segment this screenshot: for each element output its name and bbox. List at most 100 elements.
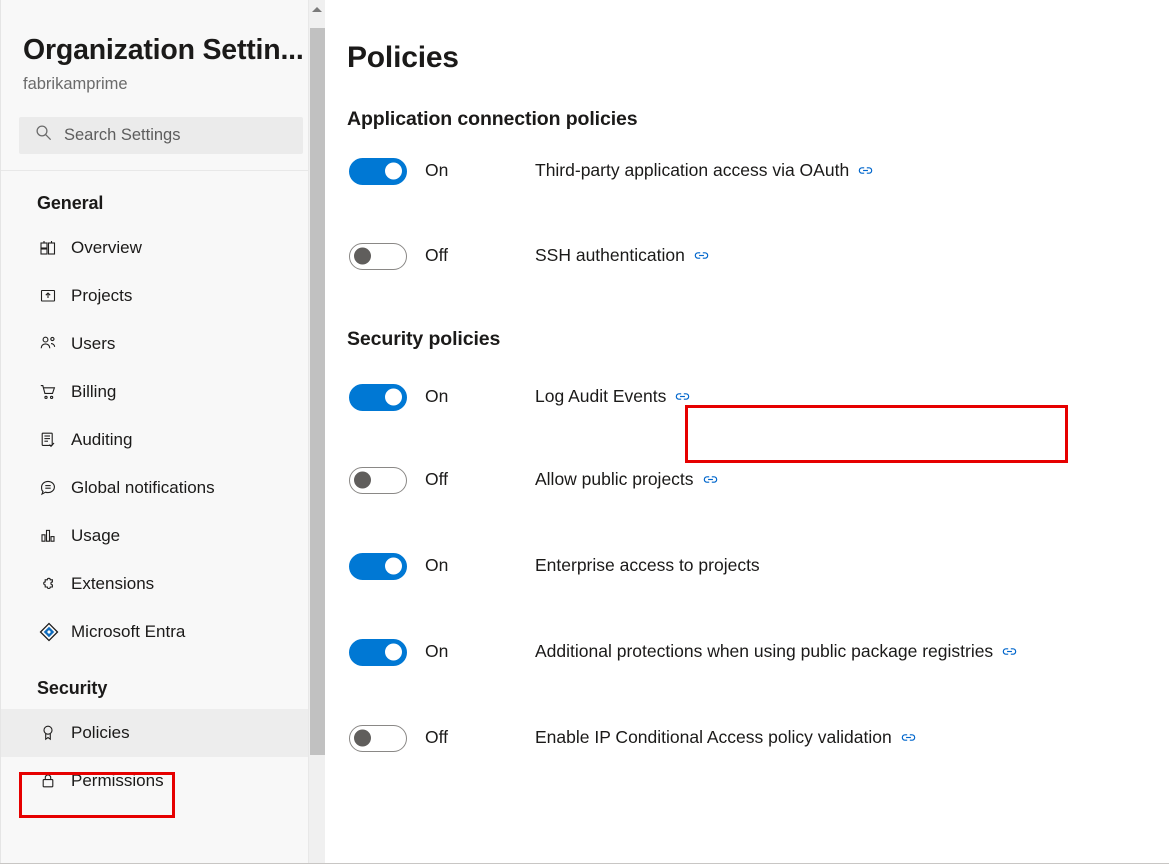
toggle-allow-public-projects[interactable] [349, 467, 407, 494]
sidebar-item-auditing[interactable]: Auditing [1, 416, 325, 464]
policy-label-text: Enterprise access to projects [535, 557, 760, 575]
section-title-security-policies: Security policies [325, 328, 1169, 351]
toggle-enterprise-access[interactable] [349, 553, 407, 580]
policy-label-additional-protections: Additional protections when using public… [535, 643, 1017, 662]
sidebar-item-global-notifications[interactable]: Global notifications [1, 464, 325, 512]
toggle-state-label: On [425, 162, 535, 180]
toggle-state-label: Off [425, 471, 535, 489]
extensions-puzzle-icon [39, 573, 63, 595]
policy-label-ip-conditional-access: Enable IP Conditional Access policy vali… [535, 729, 916, 748]
organization-title: Organization Settin... [23, 34, 325, 67]
policy-label-third-party-oauth: Third-party application access via OAuth [535, 162, 873, 181]
toggle-state-label: On [425, 557, 535, 575]
toggle-knob [385, 644, 402, 661]
sidebar-item-microsoft-entra[interactable]: Microsoft Entra [1, 608, 325, 656]
toggle-knob [385, 558, 402, 575]
sidebar-item-label: Users [71, 335, 115, 352]
policy-link-icon[interactable] [675, 389, 690, 408]
overview-grid-icon [39, 237, 63, 259]
organization-name: fabrikamprime [23, 75, 325, 95]
nav-group-security-title: Security [1, 656, 325, 709]
projects-box-arrow-icon [39, 285, 63, 307]
toggle-state-label: On [425, 643, 535, 661]
policy-link-icon[interactable] [1002, 644, 1017, 663]
toggle-state-label: Off [425, 729, 535, 747]
toggle-knob [385, 163, 402, 180]
policy-link-icon[interactable] [694, 248, 709, 267]
policy-link-icon[interactable] [901, 730, 916, 749]
policy-label-enterprise-access: Enterprise access to projects [535, 557, 760, 575]
section-title-application-connection-policies: Application connection policies [325, 108, 1169, 131]
search-settings-container [19, 117, 303, 154]
toggle-knob [354, 472, 371, 489]
toggle-ip-conditional-access[interactable] [349, 725, 407, 752]
sidebar-item-label: Global notifications [71, 479, 215, 496]
policy-row-allow-public-projects: Off Allow public projects [325, 460, 1169, 500]
sidebar-item-label: Usage [71, 527, 120, 544]
toggle-log-audit-events[interactable] [349, 384, 407, 411]
sidebar-item-usage[interactable]: Usage [1, 512, 325, 560]
sidebar-item-label: Overview [71, 239, 142, 256]
sidebar-item-overview[interactable]: Overview [1, 224, 325, 272]
policy-link-icon[interactable] [858, 163, 873, 182]
scroll-up-arrow-icon[interactable] [309, 0, 325, 18]
microsoft-entra-diamond-icon [39, 621, 63, 643]
toggle-additional-protections[interactable] [349, 639, 407, 666]
toggle-state-label: Off [425, 247, 535, 265]
policy-link-icon[interactable] [703, 472, 718, 491]
sidebar-item-users[interactable]: Users [1, 320, 325, 368]
toggle-state-label: On [425, 388, 535, 406]
sidebar-item-policies[interactable]: Policies [1, 709, 325, 757]
usage-bar-chart-icon [39, 525, 63, 547]
policies-ribbon-icon [39, 722, 63, 744]
page-title: Policies [325, 0, 1169, 74]
toggle-third-party-oauth[interactable] [349, 158, 407, 185]
sidebar-item-label: Auditing [71, 431, 132, 448]
sidebar-item-projects[interactable]: Projects [1, 272, 325, 320]
toggle-knob [354, 730, 371, 747]
permissions-lock-icon [39, 770, 63, 792]
policy-row-ip-conditional-access: Off Enable IP Conditional Access policy … [325, 718, 1169, 758]
toggle-knob [354, 248, 371, 265]
sidebar-item-label: Billing [71, 383, 116, 400]
toggle-knob [385, 389, 402, 406]
policy-row-enterprise-access: On Enterprise access to projects [325, 546, 1169, 586]
scrollbar-thumb[interactable] [310, 28, 325, 755]
policy-label-log-audit-events: Log Audit Events [535, 388, 690, 407]
sidebar-item-label: Projects [71, 287, 132, 304]
policy-row-additional-protections: On Additional protections when using pub… [325, 632, 1169, 672]
sidebar-item-label: Extensions [71, 575, 154, 592]
toggle-ssh-authentication[interactable] [349, 243, 407, 270]
global-notifications-chat-icon [39, 477, 63, 499]
search-settings-input[interactable] [64, 126, 293, 145]
sidebar-item-label: Permissions [71, 772, 164, 789]
search-icon [35, 124, 52, 146]
sidebar-item-label: Microsoft Entra [71, 623, 185, 640]
policy-label-ssh-authentication: SSH authentication [535, 247, 709, 266]
sidebar-nav: General Overview [1, 171, 325, 839]
policy-label-text: Allow public projects [535, 471, 694, 489]
organization-settings-page: Organization Settin... fabrikamprime Gen… [0, 0, 1169, 864]
auditing-clipboard-check-icon [39, 429, 63, 451]
nav-group-general-title: General [1, 171, 325, 224]
sidebar-item-extensions[interactable]: Extensions [1, 560, 325, 608]
policies-main-panel: Policies Application connection policies… [325, 0, 1169, 863]
policy-label-text: Log Audit Events [535, 388, 666, 406]
policy-label-text: Additional protections when using public… [535, 643, 993, 661]
policy-row-log-audit-events: On Log Audit Events [325, 377, 1169, 417]
sidebar-item-permissions[interactable]: Permissions [1, 757, 325, 805]
policy-row-ssh-authentication: Off SSH authentication [325, 236, 1169, 276]
sidebar-header: Organization Settin... fabrikamprime [1, 0, 325, 95]
users-people-icon [39, 333, 63, 355]
settings-sidebar: Organization Settin... fabrikamprime Gen… [0, 0, 325, 863]
policy-row-third-party-oauth: On Third-party application access via OA… [325, 151, 1169, 191]
sidebar-item-label: Policies [71, 724, 130, 741]
policy-label-text: Third-party application access via OAuth [535, 162, 849, 180]
sidebar-scrollbar[interactable] [308, 0, 325, 863]
policy-label-text: Enable IP Conditional Access policy vali… [535, 729, 892, 747]
billing-cart-icon [39, 381, 63, 403]
policy-label-text: SSH authentication [535, 247, 685, 265]
sidebar-item-billing[interactable]: Billing [1, 368, 325, 416]
policy-label-allow-public-projects: Allow public projects [535, 471, 718, 490]
search-settings-box[interactable] [19, 117, 303, 154]
